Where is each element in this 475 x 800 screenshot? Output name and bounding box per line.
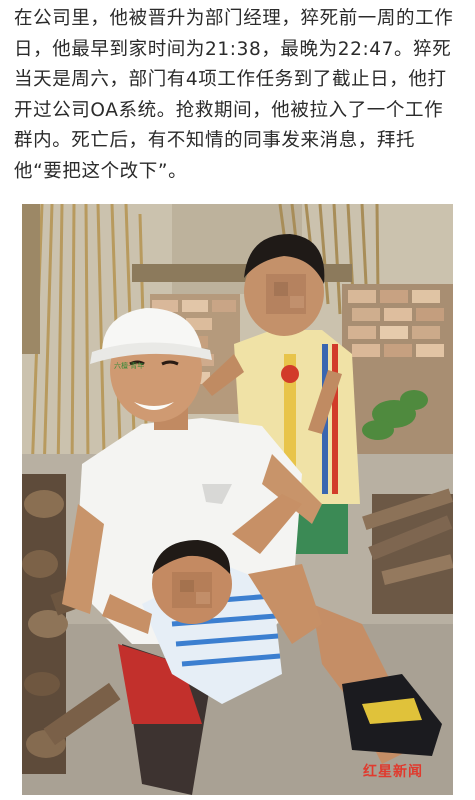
article-paragraph: 在公司里，他被晋升为部门经理，猝死前一周的工作日，他最早到家时间为21:38，最… [14,8,454,182]
news-photo: 六檀·青年 红星新闻 [22,204,453,795]
cap-logo-text: 六檀·青年 [114,362,145,370]
news-watermark: 红星新闻 [363,764,423,780]
